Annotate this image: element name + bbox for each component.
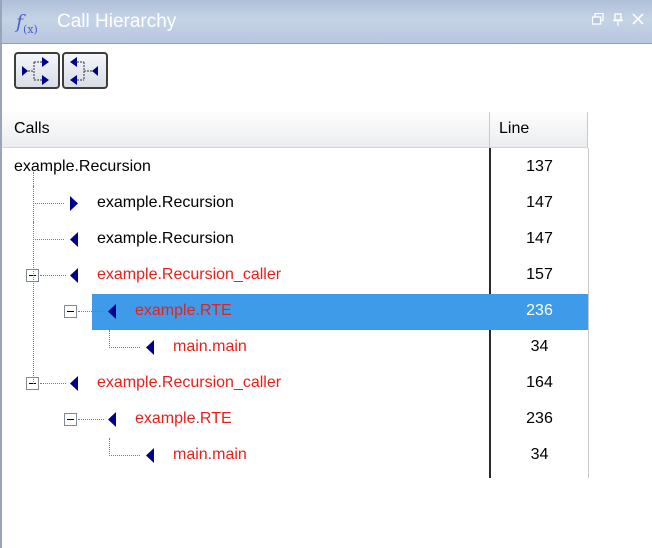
caller-arrow-icon xyxy=(108,412,116,427)
line-number: 137 xyxy=(526,158,553,175)
method-label: example.Recursion xyxy=(97,194,234,211)
callee-arrow-icon xyxy=(70,196,78,211)
method-label: example.Recursion xyxy=(97,230,234,247)
line-number: 157 xyxy=(526,266,553,283)
tree-guide-line xyxy=(109,438,110,456)
collapse-toggle-icon[interactable] xyxy=(64,413,77,426)
title-bar: f(x) Call Hierarchy xyxy=(2,0,652,44)
column-divider xyxy=(587,112,588,148)
column-header: Calls Line xyxy=(2,112,588,148)
method-label: example.RTE xyxy=(135,410,232,427)
restore-icon[interactable] xyxy=(591,12,604,29)
caller-arrow-icon xyxy=(146,448,154,463)
method-label: example.Recursion xyxy=(14,158,151,175)
method-label: example.Recursion_caller xyxy=(97,266,282,283)
tree-guide-line xyxy=(33,239,64,240)
pin-icon[interactable] xyxy=(612,13,624,31)
collapse-toggle-icon[interactable] xyxy=(64,305,77,318)
method-label: example.RTE xyxy=(135,302,232,319)
call-hierarchy-panel: f(x) Call Hierarchy Calls Line example.R… xyxy=(0,0,652,548)
line-number: 147 xyxy=(526,194,553,211)
caller-arrow-icon xyxy=(146,340,154,355)
tree-row[interactable]: main.main 34 xyxy=(2,330,588,366)
column-divider[interactable] xyxy=(489,112,490,148)
tree-row[interactable]: example.Recursion 147 xyxy=(2,186,588,222)
tree-guide-line xyxy=(40,383,66,384)
tree-guide-line xyxy=(109,347,140,348)
fx-function-icon: f(x) xyxy=(16,11,38,36)
caller-arrow-icon xyxy=(70,376,78,391)
tree-row[interactable]: main.main 34 xyxy=(2,438,588,474)
line-number: 236 xyxy=(526,302,553,319)
caller-arrow-icon xyxy=(108,304,116,319)
calls-column-header[interactable]: Calls xyxy=(14,120,50,138)
callees-arrows-icon xyxy=(22,57,49,85)
method-label: main.main xyxy=(173,446,247,463)
close-icon[interactable] xyxy=(632,13,646,29)
tree-row[interactable]: example.Recursion_caller 157 xyxy=(2,258,588,294)
tree-guide-line xyxy=(78,311,104,312)
line-number: 236 xyxy=(526,410,553,427)
caller-arrow-icon xyxy=(70,232,78,247)
tree-guide-line xyxy=(78,419,104,420)
toolbar xyxy=(2,44,652,96)
tree-row[interactable]: example.Recursion_caller 164 xyxy=(2,366,588,402)
line-number: 34 xyxy=(530,446,549,463)
line-column-header[interactable]: Line xyxy=(499,120,529,138)
method-label: main.main xyxy=(173,338,247,355)
tree-row[interactable]: example.RTE 236 xyxy=(2,294,588,330)
column-end-separator xyxy=(588,148,589,478)
tree-row[interactable]: example.RTE 236 xyxy=(2,402,588,438)
method-label: example.Recursion_caller xyxy=(97,374,282,391)
line-number: 34 xyxy=(530,338,549,355)
tree-guide-line xyxy=(109,330,110,348)
tree-row[interactable]: example.Recursion 137 xyxy=(2,150,588,186)
tree-guide-line xyxy=(33,172,34,384)
tree-guide-line xyxy=(109,455,140,456)
line-number: 164 xyxy=(526,374,553,391)
panel-title: Call Hierarchy xyxy=(57,11,177,32)
tree-row[interactable]: example.Recursion 147 xyxy=(2,222,588,258)
show-callees-button[interactable] xyxy=(14,52,60,89)
line-number: 147 xyxy=(526,230,553,247)
caller-arrow-icon xyxy=(70,268,78,283)
show-callers-button[interactable] xyxy=(62,52,108,89)
tree-guide-line xyxy=(40,275,66,276)
callers-arrows-icon xyxy=(70,57,98,85)
tree-guide-line xyxy=(33,203,64,204)
